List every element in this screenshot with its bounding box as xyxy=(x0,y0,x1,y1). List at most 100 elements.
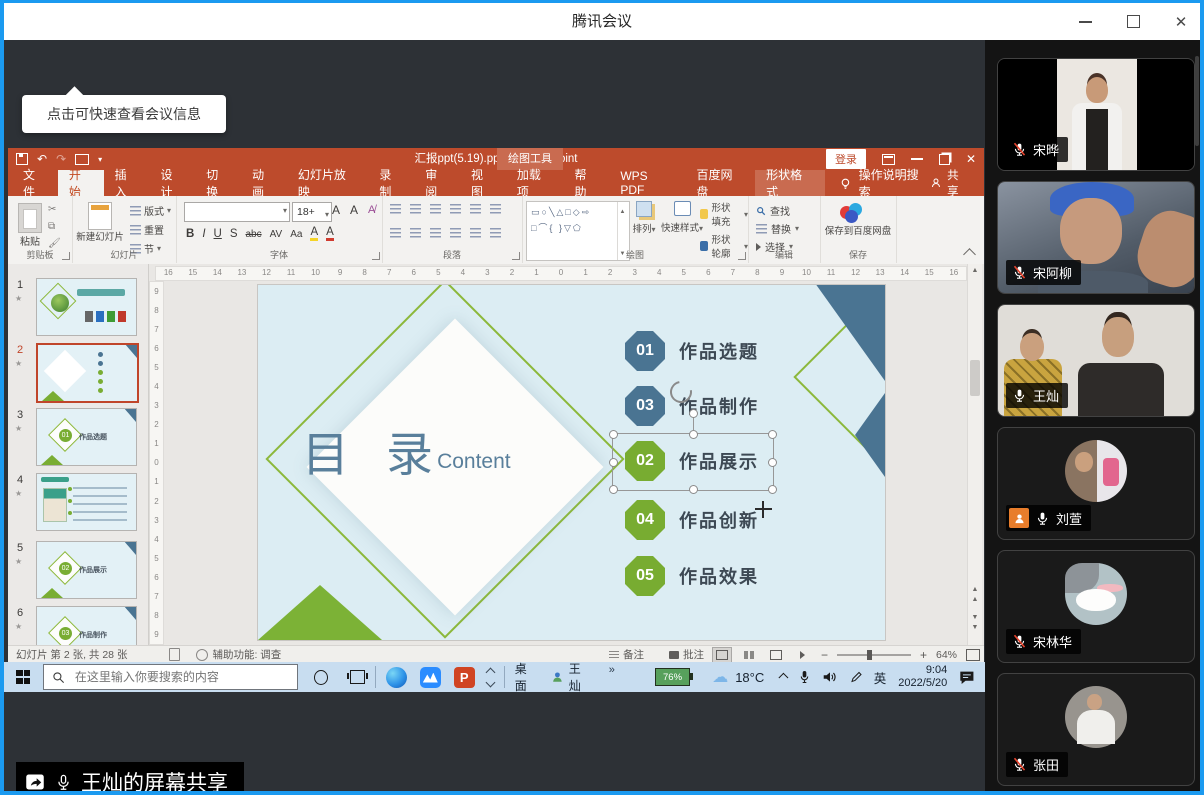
input-method-indicator[interactable]: 英 xyxy=(874,668,887,687)
slide-thumbnail[interactable] xyxy=(36,278,137,336)
participant-tile[interactable]: 王灿 xyxy=(997,304,1195,417)
sidebar-scrollbar[interactable] xyxy=(1195,56,1199,146)
new-slide-label[interactable]: 新建幻灯片 xyxy=(72,232,128,243)
paragraph-dialog-launcher[interactable] xyxy=(512,252,520,260)
start-slideshow-icon[interactable] xyxy=(75,154,89,165)
ppt-close-icon[interactable]: ✕ xyxy=(966,152,976,166)
accessibility-status[interactable]: 辅助功能: 调查 xyxy=(196,647,281,662)
rotation-handle[interactable] xyxy=(689,409,698,418)
previous-slide-button[interactable]: ▲▲ xyxy=(968,585,982,605)
slide-sorter-view-button[interactable] xyxy=(740,648,758,662)
paste-icon[interactable] xyxy=(18,203,42,233)
participant-tile[interactable]: 宋林华 xyxy=(997,550,1195,663)
ribbon-tab[interactable]: 加载项 xyxy=(506,170,564,196)
zoom-level[interactable]: 64% xyxy=(936,649,957,661)
weather-cloud-icon[interactable]: ☁ xyxy=(712,667,728,687)
scroll-up-icon[interactable]: ▲ xyxy=(968,266,982,276)
undo-icon[interactable]: ↶ xyxy=(37,153,47,165)
tencent-meeting-icon[interactable] xyxy=(420,667,441,688)
show-hidden-icons-chevron[interactable] xyxy=(779,672,789,682)
slide-thumbnail[interactable] xyxy=(36,473,137,531)
bullets-icon[interactable] xyxy=(390,204,401,214)
bold-button[interactable]: B xyxy=(186,228,194,240)
selection-handle[interactable] xyxy=(609,485,618,494)
quick-styles-button[interactable]: 快速样式▾ xyxy=(660,201,704,234)
toolbar-scroll-arrows[interactable] xyxy=(487,669,494,686)
line-spacing-icon[interactable] xyxy=(470,204,481,214)
maximize-button[interactable] xyxy=(1122,11,1144,33)
edge-icon[interactable] xyxy=(386,667,407,688)
ribbon-tab[interactable]: 视图 xyxy=(460,170,506,196)
pen-icon[interactable] xyxy=(850,671,862,684)
ribbon-tab[interactable]: 百度网盘 xyxy=(686,170,756,196)
selection-handle[interactable] xyxy=(609,430,618,439)
underline-button[interactable]: U xyxy=(214,228,222,240)
toc-item[interactable]: 02 作品展示 xyxy=(625,441,759,481)
selection-handle[interactable] xyxy=(768,430,777,439)
smartart-icon[interactable] xyxy=(490,228,501,238)
numbering-icon[interactable] xyxy=(410,204,421,214)
increase-indent-icon[interactable] xyxy=(450,204,461,214)
clipboard-small-icons[interactable]: ✂⧉🖌 xyxy=(48,204,61,249)
clear-formatting-icon[interactable]: A̸ xyxy=(368,204,375,216)
paste-label[interactable]: 粘贴 xyxy=(8,233,52,248)
save-to-netdisk-label[interactable]: 保存到百度网盘 xyxy=(820,226,896,237)
layout-button[interactable]: 版式▾ xyxy=(130,203,171,218)
desktop-toolbar-label[interactable]: 桌面 xyxy=(515,660,537,694)
font-color-button[interactable]: A xyxy=(326,227,334,241)
ribbon-tab[interactable]: WPS PDF xyxy=(609,170,685,196)
ribbon-tab[interactable]: 审阅 xyxy=(414,170,460,196)
meeting-info-tooltip[interactable]: 点击可快速查看会议信息 xyxy=(22,95,226,133)
slide-thumbnail[interactable] xyxy=(36,343,139,403)
tell-me-search[interactable]: 操作说明搜索 xyxy=(839,170,931,196)
slide-thumbnail[interactable]: 01 作品选题 xyxy=(36,408,137,466)
notes-button[interactable]: 备注 xyxy=(609,647,644,662)
save-icon[interactable] xyxy=(16,153,28,165)
proofing-icon[interactable] xyxy=(169,648,180,661)
align-center-icon[interactable] xyxy=(410,228,421,238)
fit-to-window-icon[interactable] xyxy=(966,649,980,661)
cut-icon[interactable]: ✂ xyxy=(48,204,61,215)
temperature-label[interactable]: 18°C xyxy=(735,670,764,685)
toc-item[interactable]: 01 作品选题 xyxy=(625,331,759,371)
find-button[interactable]: 查找 xyxy=(756,203,790,218)
vertical-scrollbar[interactable]: ▲ ▲▲ ▼▼ xyxy=(967,264,982,645)
taskbar-search[interactable] xyxy=(43,664,298,690)
toc-item[interactable]: 04 作品创新 xyxy=(625,500,759,540)
columns-icon[interactable] xyxy=(470,228,481,238)
text-shadow-button[interactable]: S xyxy=(230,228,238,240)
align-right-icon[interactable] xyxy=(430,228,441,238)
selection-handle[interactable] xyxy=(609,458,618,467)
tray-mic-icon[interactable] xyxy=(799,670,810,684)
grow-shrink-font-icons[interactable]: A A xyxy=(332,203,362,217)
ribbon-tab[interactable]: 设计 xyxy=(149,170,195,196)
participant-tile[interactable]: 宋阿柳 xyxy=(997,181,1195,294)
ribbon-display-options-icon[interactable] xyxy=(882,154,895,165)
cortana-icon[interactable] xyxy=(314,670,328,685)
ribbon-tab[interactable]: 形状格式 xyxy=(755,170,825,196)
new-slide-icon[interactable] xyxy=(88,202,112,230)
strikethrough-button[interactable]: abc xyxy=(246,229,262,240)
ppt-restore-icon[interactable] xyxy=(939,154,950,165)
normal-view-button[interactable] xyxy=(713,648,731,662)
user-toolbar[interactable]: 王灿 xyxy=(551,660,591,694)
zoom-out-button[interactable]: − xyxy=(821,648,828,662)
next-slide-button[interactable]: ▼▼ xyxy=(968,613,982,633)
clipboard-dialog-launcher[interactable] xyxy=(62,252,70,260)
ribbon-tab[interactable]: 幻灯片放映 xyxy=(287,170,369,196)
screen-share-banner[interactable]: 王灿的屏幕共享 xyxy=(16,762,244,791)
selection-box[interactable] xyxy=(612,433,774,491)
participant-tile[interactable]: 刘萱 xyxy=(997,427,1195,540)
toolbar-overflow-icon[interactable]: » xyxy=(609,662,615,676)
char-spacing-button[interactable]: AV xyxy=(270,229,283,240)
drawing-dialog-launcher[interactable] xyxy=(738,252,746,260)
selection-handle[interactable] xyxy=(689,430,698,439)
ribbon-tab[interactable]: 切换 xyxy=(195,170,241,196)
share-button[interactable]: 共享 xyxy=(930,170,970,196)
search-input[interactable] xyxy=(73,669,277,685)
highlight-color-button[interactable]: A xyxy=(310,227,318,241)
zoom-slider[interactable] xyxy=(837,654,911,656)
ribbon-tab[interactable]: 文件 xyxy=(12,170,58,196)
slide-canvas[interactable]: 目 录 Content 01 作品选题 03 作品制作 02 作品展示 04 作… xyxy=(258,285,885,640)
close-button[interactable]: ✕ xyxy=(1170,11,1192,33)
